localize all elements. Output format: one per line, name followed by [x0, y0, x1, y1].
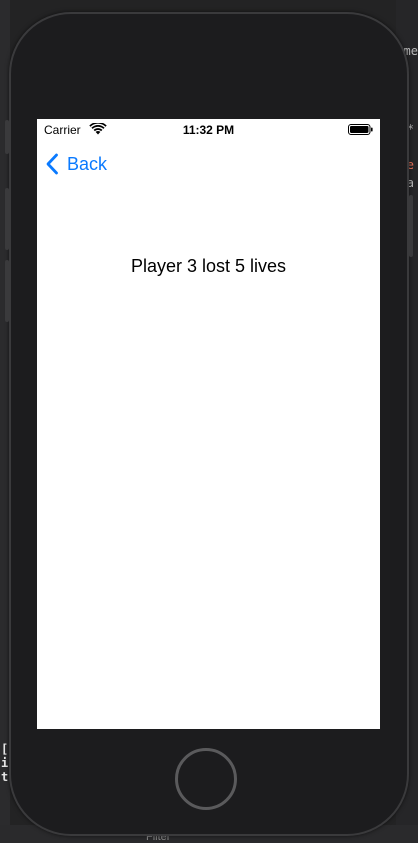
mute-switch	[5, 120, 9, 154]
battery-icon	[348, 124, 373, 135]
navigation-bar: Back	[37, 141, 380, 185]
volume-up-button	[5, 188, 9, 250]
device-screen: Carrier 11:32 PM Back Player 3 lost 5 li…	[37, 119, 380, 729]
ide-console-text: i	[1, 756, 9, 770]
back-button-label: Back	[67, 153, 108, 174]
status-bar: Carrier 11:32 PM	[37, 119, 380, 141]
back-button[interactable]: Back	[45, 151, 107, 177]
power-button	[409, 195, 413, 257]
status-time: 11:32 PM	[182, 123, 235, 137]
volume-down-button	[5, 260, 9, 322]
home-button[interactable]	[175, 748, 237, 810]
player-lives-message: Player 3 lost 5 lives	[130, 256, 287, 276]
chevron-left-icon	[46, 153, 58, 175]
ide-console-text: t	[1, 770, 9, 784]
ide-console-text: [	[1, 742, 9, 756]
